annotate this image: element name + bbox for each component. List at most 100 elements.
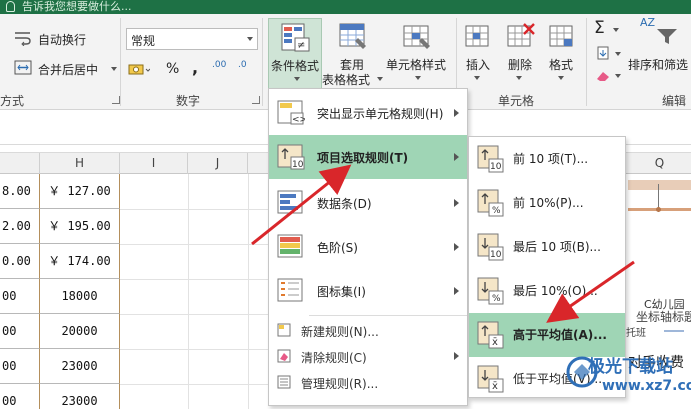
cell-h1[interactable]: ￥ 127.00: [40, 174, 120, 209]
delete-button[interactable]: 删除: [508, 56, 532, 73]
cell-h2[interactable]: ￥ 195.00: [40, 209, 120, 244]
conditional-format-menu: <> 突出显示单元格规则(H) 10 项目选取规则(T) 数据条(D) 色阶(S…: [268, 88, 468, 406]
menu-item-label: 高于平均值(A)...: [513, 328, 607, 342]
menu-item-label: 最后 10 项(B)...: [513, 240, 601, 254]
format-button[interactable]: 格式: [549, 56, 573, 73]
table-format-label-2[interactable]: 表格格式: [322, 71, 370, 88]
format-cells-icon[interactable]: [548, 22, 576, 52]
column-header-g[interactable]: [0, 153, 40, 174]
cell-g1[interactable]: 8.00: [0, 174, 40, 209]
menu-item-manage-rules[interactable]: 管理规则(R)...: [269, 369, 467, 395]
cell-g7[interactable]: 00: [0, 384, 40, 409]
tell-me-bar[interactable]: 告诉我您想要做什么...: [0, 0, 691, 14]
svg-text:10: 10: [292, 160, 304, 170]
gridline: [120, 384, 270, 385]
clear-rules-icon: [277, 349, 291, 363]
chevron-down-icon: [474, 76, 480, 80]
number-format-select[interactable]: 常规: [126, 28, 258, 50]
merge-center-button[interactable]: 合并后居中: [38, 61, 98, 78]
submenu-arrow-icon: [454, 199, 459, 207]
submenu-item-above-average[interactable]: x̄ 高于平均值(A)...: [469, 313, 625, 357]
wrap-text-icon: [14, 30, 32, 47]
gridline: [120, 349, 270, 350]
delete-cells-icon[interactable]: [506, 22, 536, 52]
autosum-icon[interactable]: Σ: [594, 18, 605, 38]
insert-button[interactable]: 插入: [466, 56, 490, 73]
cell-h3[interactable]: ￥ 174.00: [40, 244, 120, 279]
chart-axis-title: 坐标轴标题: [636, 310, 691, 324]
cell-h4[interactable]: 18000: [40, 279, 120, 314]
conditional-format-button[interactable]: ≠ 条件格式: [268, 18, 322, 92]
menu-item-label: 图标集(I): [317, 285, 366, 299]
cell-g3[interactable]: 0.00: [0, 244, 40, 279]
column-header-i[interactable]: I: [120, 153, 188, 174]
svg-text:%: %: [492, 206, 501, 216]
merge-dropdown-icon[interactable]: [111, 67, 117, 71]
menu-item-data-bars[interactable]: 数据条(D): [269, 181, 467, 225]
watermark-url: www.xz7.com: [602, 378, 691, 394]
svg-text:10: 10: [490, 250, 502, 260]
sort-filter-button[interactable]: 排序和筛选: [628, 56, 688, 73]
cell-g5[interactable]: 00: [0, 314, 40, 349]
chevron-down-icon: [516, 76, 522, 80]
menu-item-color-scales[interactable]: 色阶(S): [269, 225, 467, 269]
chart-band: [628, 180, 691, 190]
number-format-value: 常规: [131, 34, 156, 48]
svg-text:x̄: x̄: [492, 381, 498, 392]
fill-icon[interactable]: [596, 46, 610, 60]
cell-style-icon[interactable]: [402, 22, 432, 52]
menu-item-label: 项目选取规则(T): [317, 151, 409, 165]
menu-item-label: 清除规则(C): [301, 351, 367, 365]
bottom-10-icon: 10: [477, 232, 505, 262]
manage-rules-icon: [277, 375, 291, 389]
cell-h7[interactable]: 23000: [40, 384, 120, 409]
menu-item-label: 最后 10%(O)...: [513, 284, 598, 298]
column-header-j[interactable]: J: [188, 153, 248, 174]
cell-g4[interactable]: 00: [0, 279, 40, 314]
top-bottom-rules-icon: 10: [277, 143, 305, 171]
tell-me-text[interactable]: 告诉我您想要做什么...: [22, 0, 132, 14]
cell-g2[interactable]: 2.00: [0, 209, 40, 244]
column-header-q[interactable]: Q: [628, 153, 691, 174]
group-separator: [120, 18, 121, 106]
decrease-decimal-button[interactable]: .0: [238, 60, 247, 70]
number-launcher-icon[interactable]: [252, 96, 260, 104]
menu-item-new-rule[interactable]: 新建规则(N)...: [269, 317, 467, 343]
alignment-launcher-icon[interactable]: [112, 96, 120, 104]
filter-funnel-icon[interactable]: [656, 28, 678, 46]
table-format-icon[interactable]: [338, 22, 368, 52]
submenu-item-top-10-percent[interactable]: % 前 10%(P)...: [469, 181, 625, 225]
currency-icon[interactable]: [128, 62, 151, 78]
menu-separator: [309, 315, 467, 316]
below-average-icon: x̄: [477, 364, 505, 394]
column-header-h[interactable]: H: [40, 153, 120, 174]
highlight-rules-icon: <>: [277, 99, 307, 127]
comma-style-button[interactable]: ,: [192, 58, 198, 77]
chart-legend-swatch: [664, 330, 684, 332]
menu-item-highlight-rules[interactable]: <> 突出显示单元格规则(H): [269, 91, 467, 135]
above-average-icon: x̄: [477, 320, 505, 350]
cell-g6[interactable]: 00: [0, 349, 40, 384]
conditional-format-label: 条件格式: [271, 59, 320, 73]
top-10-percent-icon: %: [477, 188, 505, 218]
percent-style-button[interactable]: %: [166, 61, 179, 77]
svg-text:10: 10: [490, 162, 502, 172]
submenu-item-bottom-10[interactable]: 10 最后 10 项(B)...: [469, 225, 625, 269]
gridline: [120, 314, 270, 315]
insert-cells-icon[interactable]: [464, 22, 492, 52]
data-bars-icon: [277, 189, 305, 217]
menu-item-label: 前 10 项(T)...: [513, 152, 589, 166]
menu-item-icon-sets[interactable]: 图标集(I): [269, 269, 467, 313]
sort-az-icon[interactable]: AZ: [640, 16, 655, 29]
submenu-item-top-10[interactable]: 10 前 10 项(T)...: [469, 137, 625, 181]
menu-item-clear-rules[interactable]: 清除规则(C): [269, 343, 467, 369]
cell-h6[interactable]: 23000: [40, 349, 120, 384]
menu-item-top-bottom-rules[interactable]: 10 项目选取规则(T): [269, 135, 467, 179]
cell-h5[interactable]: 20000: [40, 314, 120, 349]
cell-style-button[interactable]: 单元格样式: [386, 56, 446, 73]
submenu-item-bottom-10-percent[interactable]: % 最后 10%(O)...: [469, 269, 625, 313]
icon-sets-icon: [277, 277, 305, 305]
wrap-text-button[interactable]: 自动换行: [38, 31, 86, 48]
increase-decimal-button[interactable]: .00: [212, 60, 226, 70]
clear-eraser-icon[interactable]: [596, 70, 610, 82]
